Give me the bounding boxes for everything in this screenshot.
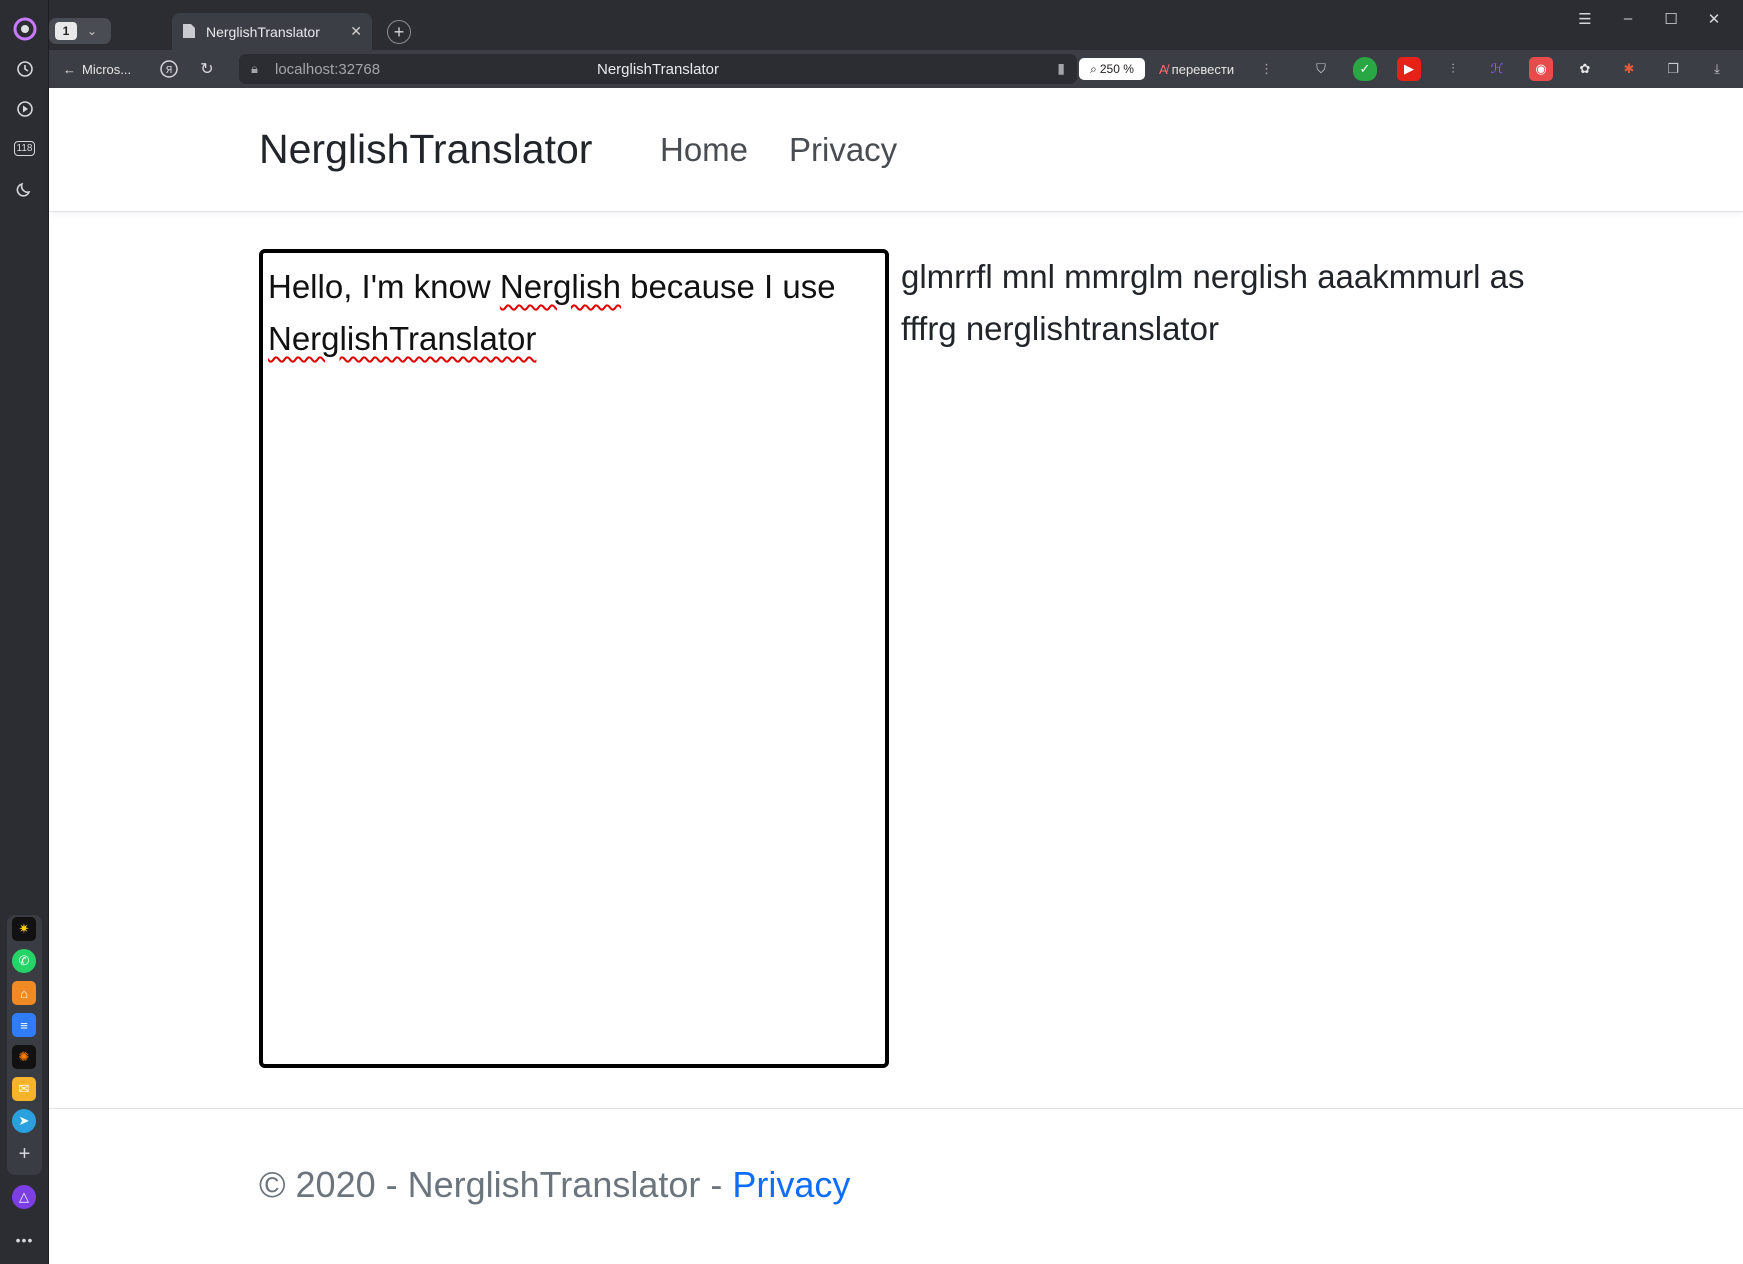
mail-icon[interactable]: ✉ <box>12 1077 36 1101</box>
screenshot-icon[interactable]: ◉ <box>1529 57 1553 81</box>
translate-label: перевести <box>1171 61 1235 77</box>
diagram-app-icon[interactable]: ⌂ <box>12 981 36 1005</box>
yandex-icon[interactable]: Я <box>157 57 181 81</box>
close-tab-icon[interactable]: ✕ <box>350 23 362 40</box>
dark-mode-icon[interactable] <box>10 174 39 203</box>
arrow-left-icon: ← <box>63 61 76 77</box>
add-app-icon[interactable]: + <box>10 1140 39 1169</box>
chevron-down-icon: ⌄ <box>87 24 98 38</box>
input-text-misspelled: NerglishTranslator <box>268 320 537 357</box>
sidebar-badge-count: 118 <box>13 141 36 156</box>
footer-privacy-link[interactable]: Privacy <box>732 1164 850 1205</box>
telegram-icon[interactable]: ➤ <box>12 1109 36 1133</box>
page-viewport: NerglishTranslator Home Privacy Hello, I… <box>49 88 1743 1264</box>
translation-output: glmrrfl mnl mmrglm nerglish aaakmmurl as… <box>901 258 1525 347</box>
adblock-icon[interactable]: ✓ <box>1353 57 1377 81</box>
sparkle-app-icon[interactable]: ✷ <box>12 917 36 941</box>
back-button[interactable]: ← Micros... <box>63 56 131 82</box>
reload-icon[interactable]: ↻ <box>195 57 219 81</box>
collections-icon[interactable]: ❐ <box>1661 57 1685 81</box>
history-icon[interactable] <box>10 54 39 83</box>
ext-purple-icon[interactable]: ℋ <box>1485 57 1509 81</box>
input-text-part: Hello, I'm know <box>268 268 500 305</box>
page-icon <box>182 23 196 42</box>
back-label: Micros... <box>82 61 132 77</box>
nav-home[interactable]: Home <box>660 131 748 169</box>
assistant-icon[interactable]: △ <box>12 1185 36 1209</box>
whatsapp-icon[interactable]: ✆ <box>12 949 36 973</box>
download-icon[interactable]: ⤓ <box>1705 57 1729 81</box>
maximize-icon[interactable]: ☐ <box>1656 10 1686 28</box>
site-navbar: NerglishTranslator Home Privacy <box>49 88 1743 212</box>
tab-count: 1 <box>55 22 77 40</box>
more-vert-icon[interactable]: ⋮ <box>1260 61 1273 77</box>
close-window-icon[interactable]: ✕ <box>1699 10 1729 28</box>
tab-active[interactable]: NerglishTranslator ✕ <box>172 13 372 50</box>
input-text-misspelled: Nerglish <box>499 268 621 305</box>
svg-text:Я: Я <box>166 65 173 76</box>
title-bar: 1 ⌄ NerglishTranslator ✕ + ☰ – ☐ ✕ <box>49 0 1743 50</box>
zoom-indicator[interactable]: ⌕ 250 % <box>1079 58 1145 80</box>
nav-privacy[interactable]: Privacy <box>789 131 897 169</box>
tab-title: NerglishTranslator <box>206 23 320 40</box>
footer-text: © 2020 - NerglishTranslator - Privacy <box>259 1164 850 1206</box>
paw-icon[interactable]: ✿ <box>1573 57 1597 81</box>
input-textarea[interactable]: Hello, I'm know Nerglish because I use N… <box>259 249 889 1068</box>
footer-copyright: © 2020 - NerglishTranslator - <box>259 1164 733 1205</box>
browser-logo-icon[interactable] <box>10 14 39 43</box>
equalizer-icon[interactable]: ⫶ <box>1441 57 1465 81</box>
media-player-icon[interactable] <box>10 94 39 123</box>
translate-button[interactable]: A̸ перевести ⋮ <box>1159 56 1273 82</box>
zoom-value: 250 % <box>1099 62 1134 76</box>
new-tab-button[interactable]: + <box>387 20 411 44</box>
site-footer: © 2020 - NerglishTranslator - Privacy <box>49 1108 1743 1264</box>
bookmark-icon[interactable]: ▮ <box>1057 60 1065 77</box>
tab-counter[interactable]: 1 ⌄ <box>49 18 111 44</box>
bug-icon[interactable]: ✱ <box>1617 57 1641 81</box>
browser-sidebar: 118 ✷ ✆ ⌂ ≡ ✺ ✉ ➤ + △ ••• <box>0 0 49 1264</box>
address-page-title: NerglishTranslator <box>597 61 719 78</box>
address-bar[interactable]: 🔒︎ localhost:32768 NerglishTranslator ▮ <box>239 54 1077 84</box>
more-icon[interactable]: ••• <box>10 1225 39 1254</box>
input-text-part: because I use <box>620 268 836 305</box>
translate-icon: A̸ <box>1159 61 1168 77</box>
radar-app-icon[interactable]: ✺ <box>12 1045 36 1069</box>
sidebar-badge-icon[interactable]: 118 <box>10 134 39 163</box>
youtube-icon[interactable]: ▶ <box>1397 57 1421 81</box>
site-brand[interactable]: NerglishTranslator <box>259 126 592 173</box>
menu-icon[interactable]: ☰ <box>1570 10 1600 28</box>
zoom-icon: ⌕ <box>1090 61 1097 76</box>
shield-icon[interactable]: ⛉ <box>1309 57 1333 81</box>
docs-icon[interactable]: ≡ <box>12 1013 36 1037</box>
toolbar: ← Micros... Я ↻ 🔒︎ localhost:32768 Nergl… <box>49 50 1743 88</box>
minimize-icon[interactable]: – <box>1613 10 1643 27</box>
